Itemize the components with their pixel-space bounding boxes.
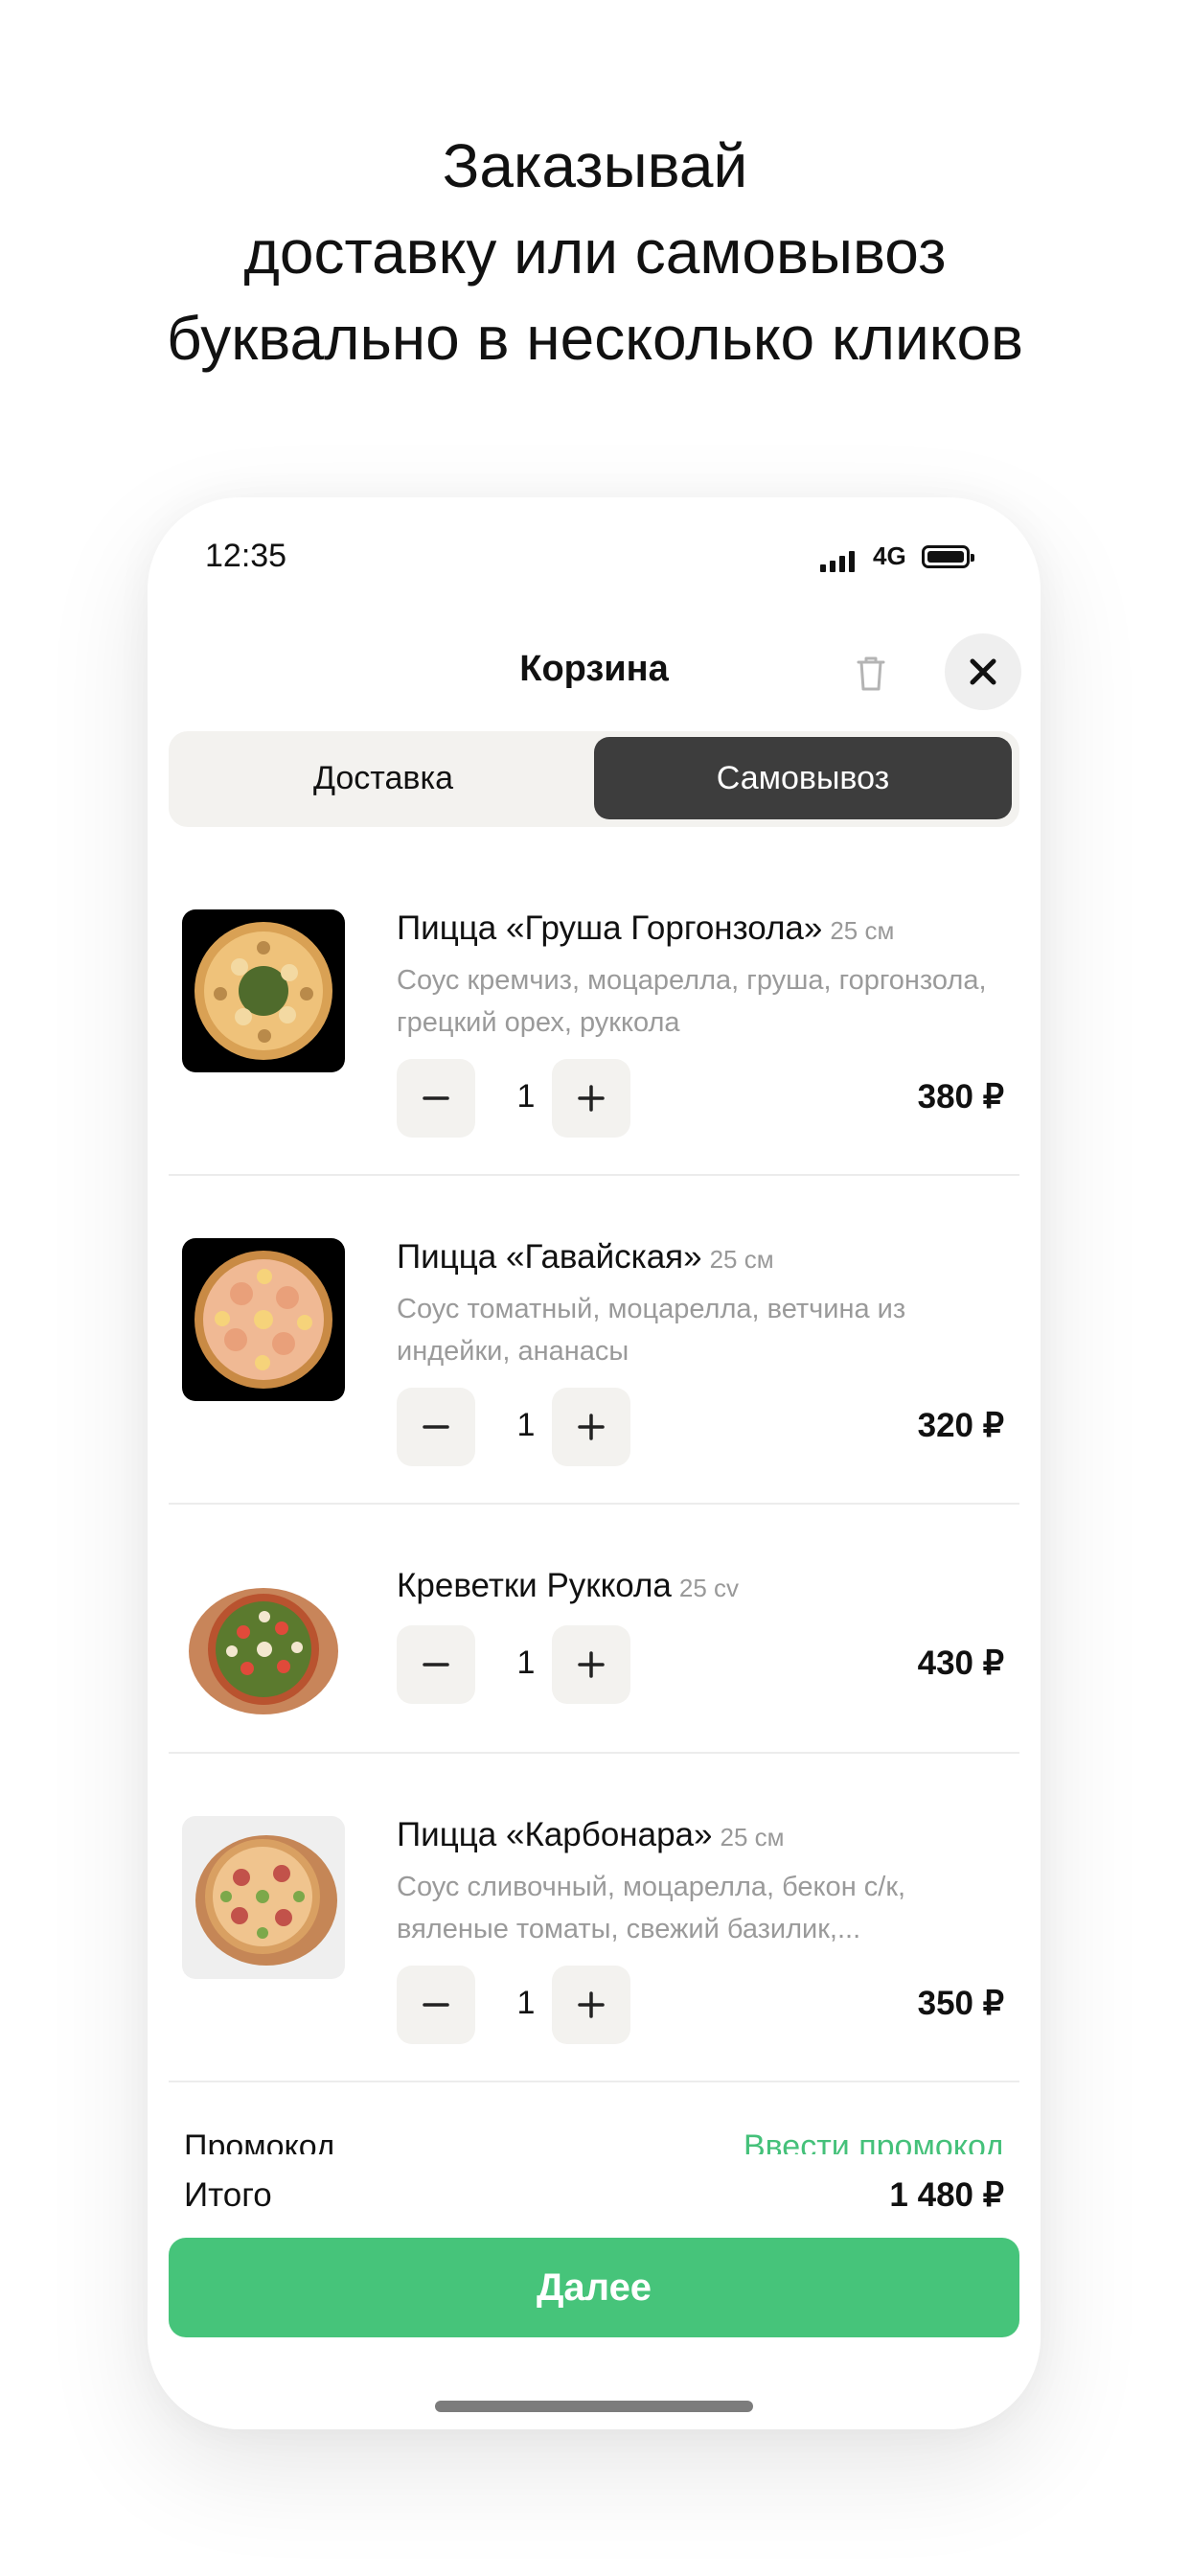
battery-icon (922, 545, 974, 568)
increase-quantity-button[interactable] (552, 1625, 630, 1704)
decrease-quantity-button[interactable] (397, 1059, 475, 1138)
item-image-hawaiian (182, 1238, 345, 1401)
total-value: 1 480 ₽ (889, 2176, 1004, 2214)
increase-quantity-button[interactable] (552, 1388, 630, 1466)
decrease-quantity-button[interactable] (397, 1388, 475, 1466)
divider (169, 2081, 1019, 2082)
decrease-quantity-button[interactable] (397, 1966, 475, 2044)
item-image-carbonara (182, 1816, 345, 1979)
plus-icon (578, 1414, 605, 1440)
item-name: Пицца «Карбонара» 25 см (397, 1816, 785, 1853)
promo-headline: Заказывай доставку или самовывоз букваль… (0, 123, 1190, 381)
trash-icon[interactable] (849, 651, 893, 695)
close-icon (970, 658, 996, 685)
cart-item: Креветки Руккола 25 cv 1 430 ₽ (169, 1548, 1019, 1753)
item-size: 25 см (720, 1823, 785, 1852)
item-price: 320 ₽ (917, 1407, 1004, 1444)
minus-icon (423, 1425, 449, 1429)
increase-quantity-button[interactable] (552, 1966, 630, 2044)
headline-line-1: Заказывай (442, 131, 748, 200)
plus-icon (578, 1651, 605, 1678)
minus-icon (423, 1096, 449, 1100)
cart-item: Пицца «Карбонара» 25 см Соус сливочный, м… (169, 1797, 1019, 2044)
divider (169, 1503, 1019, 1505)
item-price: 430 ₽ (917, 1644, 1004, 1682)
home-indicator[interactable] (435, 2401, 753, 2412)
cart-title: Корзина (519, 649, 669, 689)
next-button[interactable]: Далее (169, 2238, 1019, 2337)
minus-icon (423, 2003, 449, 2007)
item-price: 350 ₽ (917, 1985, 1004, 2022)
plus-icon (578, 1085, 605, 1112)
item-size: 25 см (709, 1245, 774, 1274)
close-button[interactable] (945, 633, 1021, 710)
signal-icon (820, 551, 855, 572)
increase-quantity-button[interactable] (552, 1059, 630, 1138)
item-image-shrimp-arugula (182, 1567, 345, 1730)
plus-icon (578, 1991, 605, 2018)
item-name: Креветки Руккола 25 cv (397, 1567, 740, 1604)
item-image-pear-gorgonzola (182, 909, 345, 1072)
divider (169, 1752, 1019, 1754)
headline-line-3: буквально в несколько кликов (166, 304, 1024, 373)
item-description: Соус сливочный, моцарелла, бекон с/к, вя… (397, 1872, 906, 1944)
decrease-quantity-button[interactable] (397, 1625, 475, 1704)
item-price: 380 ₽ (917, 1078, 1004, 1116)
item-description: Соус томатный, моцарелла, ветчина из инд… (397, 1294, 906, 1367)
network-type: 4G (873, 541, 906, 570)
status-time: 12:35 (205, 538, 287, 574)
cart-item: Пицца «Гавайская» 25 см Соус томатный, мо… (169, 1219, 1019, 1466)
item-description: Соус кремчиз, моцарелла, груша, горгонзо… (397, 965, 987, 1038)
tab-delivery[interactable]: Доставка (174, 737, 592, 819)
item-name: Пицца «Груша Горгонзола» 25 см (397, 909, 895, 947)
cart-item: Пицца «Груша Горгонзола» 25 см Соус кремч… (169, 890, 1019, 1138)
item-size: 25 см (830, 916, 895, 945)
tab-pickup[interactable]: Самовывоз (594, 737, 1012, 819)
item-size: 25 cv (678, 1574, 740, 1602)
headline-line-2: доставку или самовывоз (243, 218, 947, 287)
delivery-mode-switch: Доставка Самовывоз (169, 731, 1019, 827)
minus-icon (423, 1663, 449, 1667)
total-label: Итого (184, 2176, 272, 2214)
phone-frame: 12:35 4G Корзина Доставка Самовывоз Пицц… (148, 497, 1041, 2429)
divider (169, 1174, 1019, 1176)
item-name: Пицца «Гавайская» 25 см (397, 1238, 774, 1276)
